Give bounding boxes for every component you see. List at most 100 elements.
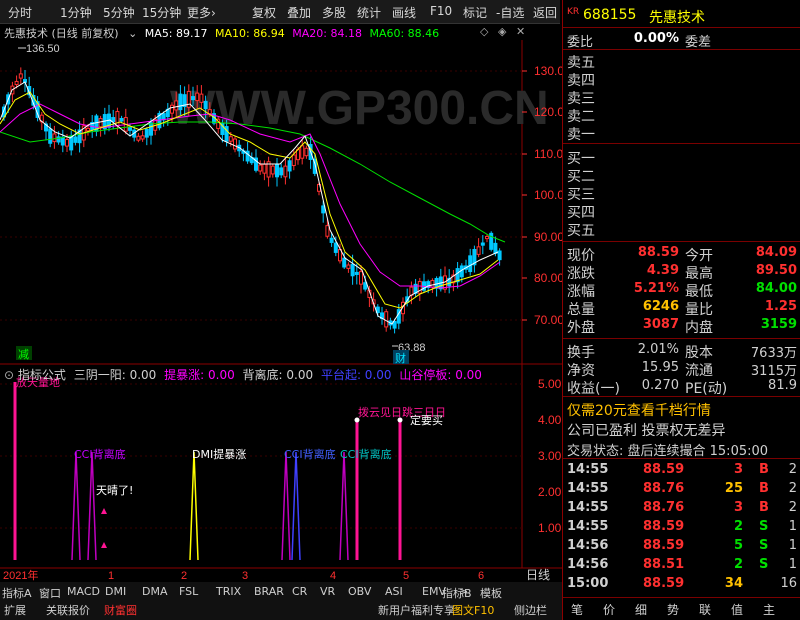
chart-title: 先惠技术 (日线 前复权) — [4, 27, 119, 40]
candle — [304, 147, 309, 157]
template-tab-0[interactable]: 指标B — [442, 585, 472, 601]
stat-label: 股本 — [685, 345, 713, 361]
indicator-tab-10[interactable]: OBV — [348, 585, 371, 598]
indicator-tab-4[interactable]: DMA — [142, 585, 168, 598]
tick-price: 88.51 — [643, 557, 685, 572]
tab-5min[interactable]: 5分钟 — [103, 4, 135, 21]
ind-item-beilidi: 背离底: 0.00 — [242, 368, 314, 382]
indicator-header: ⊙ 指标公式 三阴一阳: 0.00 提暴涨: 0.00 背离底: 0.00 平台… — [4, 366, 482, 383]
indicator-name[interactable]: 指标公式 — [18, 368, 66, 382]
stat-label: 量比 — [685, 302, 713, 318]
candle — [86, 127, 90, 132]
stat-value: 81.9 — [768, 378, 797, 393]
indicator-tab-8[interactable]: CR — [292, 585, 307, 598]
promo-tab-2[interactable]: 侧边栏 — [514, 602, 547, 618]
diamond-icon[interactable]: ◇ — [480, 25, 488, 38]
pin-icon[interactable]: ◈ — [498, 25, 506, 38]
candle — [321, 205, 326, 214]
candle — [485, 236, 489, 240]
promo-tab-0[interactable]: 新用户福利专享 — [378, 602, 455, 618]
close-icon[interactable]: ✕ — [516, 25, 525, 38]
tick-volume: 2 — [733, 557, 743, 572]
fuquan-button[interactable]: 复权 — [252, 4, 276, 21]
zixuan-button[interactable]: -自选 — [496, 4, 524, 21]
candle — [48, 128, 53, 144]
tick-count: 2 — [788, 500, 797, 515]
promo-tab-1[interactable]: 图文F10 — [452, 602, 494, 618]
stat-row: 涨跌 4.39 最高 89.50 — [563, 263, 800, 282]
stat-label: 今开 — [685, 248, 713, 264]
extend-tab-1[interactable]: 关联报价 — [46, 602, 90, 618]
candle — [128, 127, 132, 131]
candle — [65, 139, 69, 147]
sell-level-row: 卖一 — [563, 124, 800, 143]
tick-time: 14:55 — [567, 519, 609, 534]
period-label[interactable]: 日线 — [526, 568, 550, 582]
candle — [178, 93, 183, 111]
weicha-label: 委差 — [685, 35, 712, 50]
stat-label: 最高 — [685, 266, 713, 282]
jian-marker[interactable]: 减 — [18, 348, 29, 361]
quote-tab-6[interactable]: 主 — [763, 601, 775, 618]
tick-count: 16 — [780, 576, 797, 591]
quote-tab-0[interactable]: 笔 — [571, 601, 583, 618]
promo-text[interactable]: 仅需20元查看千档行情 — [563, 400, 800, 419]
candle — [359, 271, 363, 285]
candle — [170, 104, 174, 114]
quote-tab-1[interactable]: 价 — [603, 601, 615, 618]
indicator-tab-11[interactable]: ASI — [385, 585, 403, 598]
ind-y-tick: 1.00 — [538, 521, 562, 535]
stat-value: 84.00 — [755, 281, 797, 296]
ma5-label: MA5: 89.17 — [144, 27, 208, 40]
x-label: 6 — [478, 570, 484, 582]
indicator-tab-1[interactable]: 窗口 — [39, 585, 61, 601]
tab-1min[interactable]: 1分钟 — [60, 4, 92, 21]
biaoji-button[interactable]: 标记 — [463, 4, 487, 21]
cai-marker[interactable]: 财 — [395, 351, 406, 365]
tab-fenshi[interactable]: 分时 — [8, 4, 32, 21]
ind-item-shangu: 山谷停板: 0.00 — [399, 368, 482, 382]
tab-15min[interactable]: 15分钟 — [142, 4, 181, 21]
tick-price: 88.59 — [643, 576, 685, 591]
candle — [279, 167, 284, 176]
stat-label: 换手 — [567, 345, 595, 361]
duogu-button[interactable]: 多股 — [322, 4, 346, 21]
quote-tab-4[interactable]: 联 — [699, 601, 711, 618]
candle — [346, 264, 351, 269]
back-button[interactable]: 返回 — [533, 4, 557, 21]
huaxian-button[interactable]: 画线 — [392, 4, 416, 21]
stock-name: 先惠技术 — [649, 10, 705, 26]
diejia-button[interactable]: 叠加 — [287, 4, 311, 21]
stat-value: 7633万 — [750, 346, 797, 361]
tick-volume: 25 — [724, 481, 743, 496]
template-tab-1[interactable]: 模板 — [480, 585, 502, 601]
tab-more[interactable]: 更多› — [187, 4, 216, 21]
indicator-tab-2[interactable]: MACD — [67, 585, 100, 598]
stat-value: 6246 — [642, 299, 679, 314]
candle — [430, 280, 435, 288]
indicator-tab-6[interactable]: TRIX — [216, 585, 241, 598]
quote-tab-3[interactable]: 势 — [667, 601, 679, 618]
f10-button[interactable]: F10 — [430, 4, 452, 18]
tick-price: 88.59 — [643, 462, 685, 477]
indicator-tab-7[interactable]: BRAR — [254, 585, 284, 598]
quote-tab-2[interactable]: 细 — [635, 601, 647, 618]
extend-tab-2[interactable]: 财富圈 — [104, 602, 137, 618]
extend-tab-0[interactable]: 扩展 — [4, 602, 26, 618]
indicator-tab-5[interactable]: FSL — [179, 585, 198, 598]
buy-level-row: 买四 — [563, 202, 800, 221]
settings-icon[interactable]: ⊙ — [4, 368, 14, 382]
stat-value: 88.59 — [637, 245, 679, 260]
tongji-button[interactable]: 统计 — [357, 4, 381, 21]
kline-chart-area[interactable]: WWW.GP300.CN 130.0 120.0 110.0 100.0 90.… — [0, 24, 562, 582]
candle — [270, 165, 275, 175]
x-label: 4 — [330, 570, 336, 582]
quote-tab-5[interactable]: 值 — [731, 601, 743, 618]
indicator-tab-3[interactable]: DMI — [105, 585, 126, 598]
indicator-tab-9[interactable]: VR — [320, 585, 335, 598]
candle — [262, 163, 267, 174]
candle — [144, 128, 149, 138]
chevron-down-icon[interactable]: ⌄ — [128, 27, 137, 40]
indicator-tab-0[interactable]: 指标A — [2, 585, 32, 601]
sell-level-row: 卖五 — [563, 52, 800, 71]
